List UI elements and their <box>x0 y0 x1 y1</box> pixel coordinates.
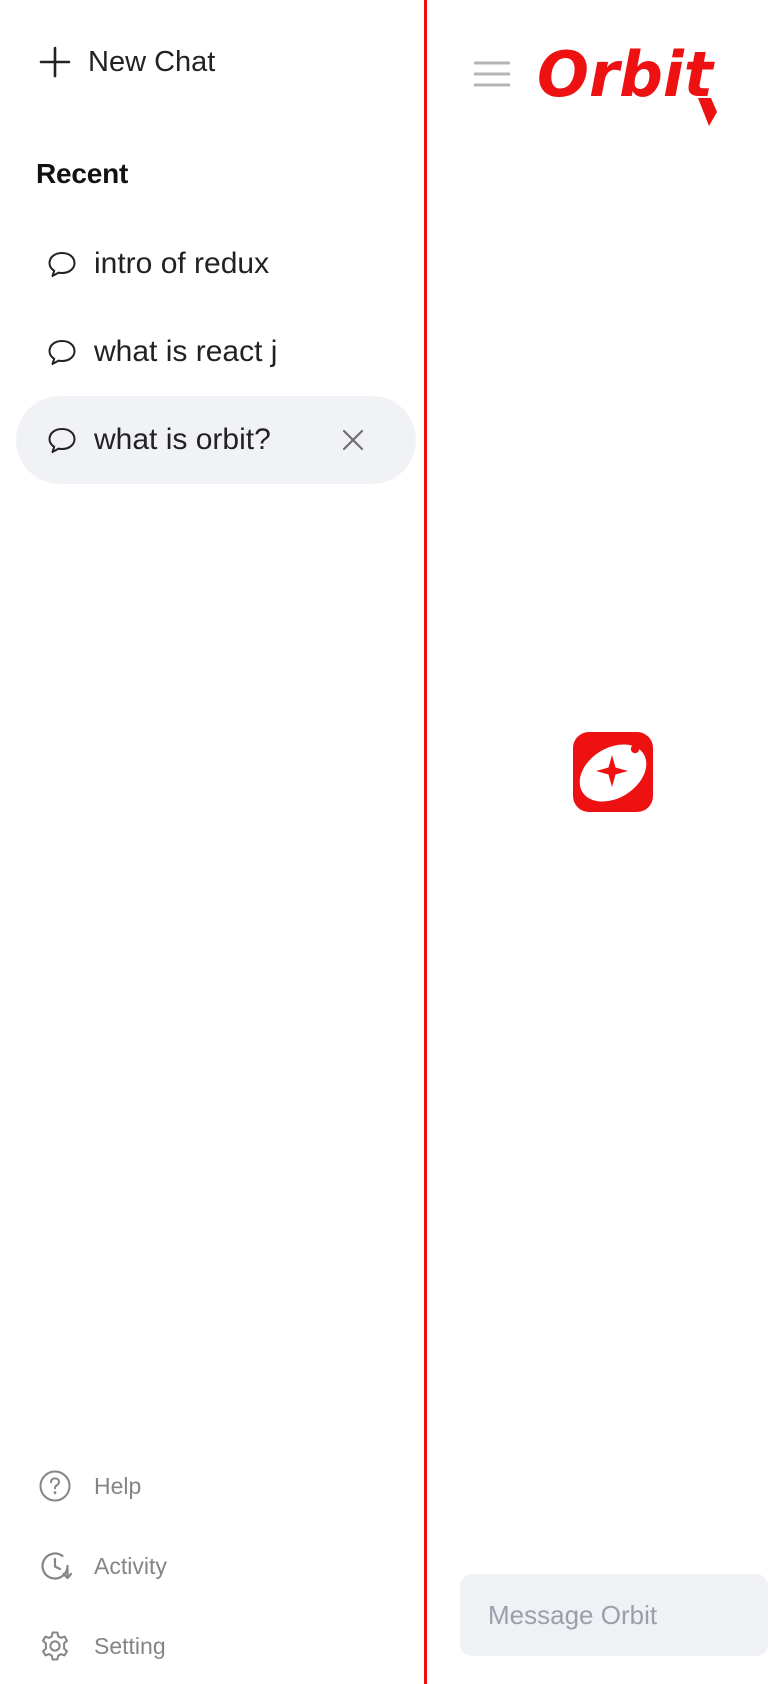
help-label: Help <box>94 1472 142 1499</box>
chat-bubble-icon <box>46 424 78 456</box>
chat-history-list: intro of redux what is react j what is o… <box>16 220 416 484</box>
history-item-title: intro of redux <box>94 247 270 280</box>
app-window: New Chat Recent intro of redux what is r… <box>0 0 775 1684</box>
close-icon[interactable] <box>340 427 366 453</box>
sidebar-item-setting[interactable]: Setting <box>38 1606 167 1684</box>
orbit-logo: Orbit <box>533 38 723 126</box>
recent-heading: Recent <box>36 158 129 189</box>
sidebar-item-activity[interactable]: Activity <box>38 1526 167 1606</box>
sidebar-footer-nav: Help Activity Setting <box>38 1446 167 1684</box>
new-chat-button[interactable]: New Chat <box>38 40 215 84</box>
history-item-title: what is orbit? <box>94 423 271 456</box>
message-composer <box>460 1574 768 1656</box>
sidebar: New Chat Recent intro of redux what is r… <box>0 0 427 1684</box>
sidebar-item-help[interactable]: Help <box>38 1446 167 1526</box>
help-circle-icon <box>38 1469 72 1503</box>
activity-label: Activity <box>94 1552 167 1579</box>
plus-icon <box>38 45 72 79</box>
new-chat-label: New Chat <box>88 45 216 78</box>
history-item-active[interactable]: what is orbit? <box>16 396 416 484</box>
history-item[interactable]: intro of redux <box>16 220 416 308</box>
orbit-sparkle-logo <box>572 731 654 813</box>
message-input[interactable] <box>486 1598 760 1632</box>
chat-bubble-icon <box>46 336 78 368</box>
chat-main: Orbit <box>427 0 775 1684</box>
hamburger-menu-icon[interactable] <box>472 58 512 90</box>
gear-icon <box>38 1629 72 1663</box>
history-item[interactable]: what is react j <box>16 308 416 396</box>
chat-bubble-icon <box>46 248 78 280</box>
history-item-title: what is react j <box>94 335 278 368</box>
activity-history-icon <box>38 1549 72 1583</box>
setting-label: Setting <box>94 1632 166 1659</box>
brand-name: Orbit <box>537 40 715 111</box>
